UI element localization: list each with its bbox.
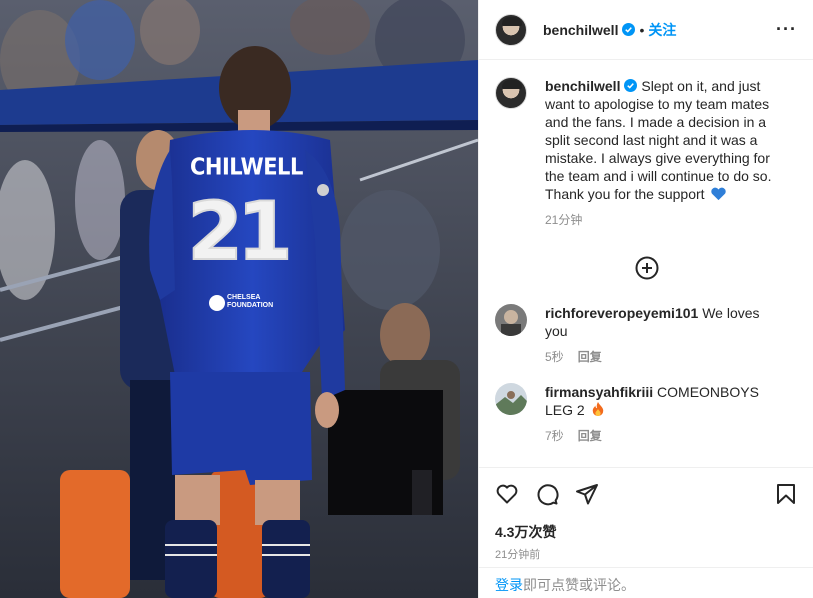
like-count[interactable]: 4.3万次赞 [495, 522, 798, 542]
jersey-number: 21 [186, 184, 293, 279]
post-sidebar: benchilwell • 关注 ··· benchilwell Slept o… [478, 0, 813, 598]
comment-username[interactable]: richforeveropeyemi101 [545, 305, 698, 321]
caption: benchilwell Slept on it, and just want t… [495, 77, 798, 228]
caption-meta: 21分钟 [545, 211, 785, 228]
caption-body: benchilwell Slept on it, and just want t… [545, 77, 785, 203]
comment-body: firmansyahfikriii COMEONBOYS LEG 2 [545, 383, 785, 419]
caption-time: 21分钟 [545, 213, 583, 227]
bookmark-icon[interactable] [774, 482, 798, 506]
comment-username[interactable]: firmansyahfikriii [545, 384, 653, 400]
heart-icon[interactable] [495, 482, 519, 506]
plus-circle-icon[interactable] [635, 256, 659, 280]
comment-time: 5秒 [545, 350, 564, 364]
author-avatar[interactable] [495, 13, 527, 46]
author-username[interactable]: benchilwell [543, 22, 618, 38]
login-prompt: 登录即可点赞或评论。 [479, 567, 813, 598]
login-link[interactable]: 登录 [495, 577, 523, 593]
caption-avatar[interactable] [495, 77, 527, 109]
follow-button[interactable]: 关注 [648, 20, 676, 40]
post-timestamp[interactable]: 21分钟前 [495, 546, 798, 562]
commenter-avatar[interactable] [495, 383, 527, 415]
comment-icon[interactable] [535, 482, 559, 506]
jersey-name: CHILWELL [190, 153, 303, 181]
reply-button[interactable]: 回复 [578, 350, 602, 364]
more-horizontal-icon[interactable]: ··· [776, 19, 797, 40]
separator-dot: • [639, 21, 645, 38]
blue-heart-icon [711, 187, 727, 201]
comment-meta: 7秒 回复 [545, 427, 785, 444]
post-header: benchilwell • 关注 ··· [479, 0, 813, 60]
reply-button[interactable]: 回复 [578, 429, 602, 443]
post-photo[interactable]: CHILWELL 21 CHELSEA FOUNDATION [0, 0, 478, 598]
comment-time: 7秒 [545, 429, 564, 443]
caption-username[interactable]: benchilwell [545, 78, 620, 94]
comment-meta: 5秒 回复 [545, 348, 785, 365]
verified-badge-icon [622, 23, 636, 36]
comment-item: richforeveropeyemi101 We loves you 5秒 回复 [495, 304, 798, 365]
comments-section: benchilwell Slept on it, and just want t… [479, 61, 813, 466]
load-more [495, 256, 798, 280]
post-actions: 4.3万次赞 21分钟前 [479, 467, 813, 567]
commenter-avatar[interactable] [495, 304, 527, 336]
sponsor-line-2: FOUNDATION [227, 302, 274, 309]
comment-body: richforeveropeyemi101 We loves you [545, 304, 785, 340]
comment-item: firmansyahfikriii COMEONBOYS LEG 2 7秒 回复 [495, 383, 798, 444]
jersey-sponsor: CHELSEA FOUNDATION [205, 294, 273, 310]
caption-text: Slept on it, and just want to apologise … [545, 78, 772, 202]
action-icons [495, 468, 798, 520]
sponsor-line-1: CHELSEA [227, 294, 261, 301]
fire-icon [592, 402, 603, 416]
send-icon[interactable] [575, 482, 599, 506]
login-prompt-text: 即可点赞或评论。 [523, 577, 635, 593]
verified-badge-icon [624, 79, 638, 92]
